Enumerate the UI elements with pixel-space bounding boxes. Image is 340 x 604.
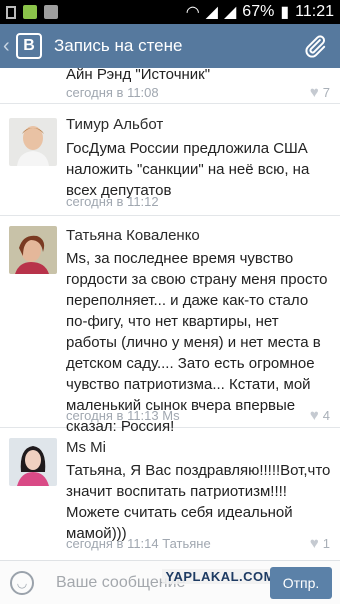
comment-author[interactable]: Тимур Альбот xyxy=(66,116,163,133)
wifi-icon: ◠ xyxy=(185,4,200,21)
comment-item: Айн Рэнд "Источник" сегодня в 11:08 ♥ 7 xyxy=(0,68,340,104)
android-icon xyxy=(23,5,37,19)
comment-author[interactable]: Татьяна Коваленко xyxy=(66,227,200,244)
usb-icon xyxy=(6,5,16,19)
comment-text: ГосДума России предложила США наложить "… xyxy=(66,140,310,199)
notification-icon xyxy=(44,5,58,19)
comment-time[interactable]: сегодня в 11:14 Татьяне xyxy=(66,536,211,551)
page-title: Запись на стене xyxy=(54,36,183,55)
watermark: YAPLAKAL.COM xyxy=(162,569,278,584)
avatar[interactable] xyxy=(9,118,57,166)
comment-time[interactable]: сегодня в 11:08 xyxy=(66,85,159,100)
comment-time[interactable]: сегодня в 11:13 Ms xyxy=(66,408,180,423)
comment-author[interactable]: Ms Mi xyxy=(66,439,106,456)
signal-icon-2: ◢ xyxy=(223,4,237,21)
comments-list[interactable]: Айн Рэнд "Источник" сегодня в 11:08 ♥ 7 … xyxy=(0,68,340,560)
emoji-icon[interactable]: ◡ xyxy=(10,570,34,595)
vk-logo[interactable]: B xyxy=(16,33,42,59)
avatar[interactable] xyxy=(9,438,57,486)
heart-icon: ♥ xyxy=(309,407,319,424)
comment-item: Тимур Альбот ГосДума России предложила С… xyxy=(0,104,340,216)
signal-icon: ◢ xyxy=(205,4,218,21)
avatar[interactable] xyxy=(9,226,57,274)
comment-time[interactable]: сегодня в 11:12 xyxy=(66,194,159,209)
paperclip-icon[interactable] xyxy=(302,33,328,59)
heart-icon: ♥ xyxy=(309,535,319,552)
chevron-left-icon[interactable]: ‹ xyxy=(0,35,14,58)
comment-text: Айн Рэнд "Источник" xyxy=(66,68,211,83)
like-button[interactable]: ♥ 7 xyxy=(310,84,330,101)
like-count: 1 xyxy=(322,536,330,551)
comment-text: Татьяна, Я Вас поздравляю!!!!!Вот,что зн… xyxy=(66,462,331,542)
heart-icon: ♥ xyxy=(309,84,319,101)
like-button[interactable]: ♥ 1 xyxy=(310,535,330,552)
like-count: 4 xyxy=(322,408,330,423)
battery-icon: ▮ xyxy=(280,4,290,21)
comment-item: Татьяна Коваленко Ms, за последнее время… xyxy=(0,216,340,435)
app-bar: ‹ B Запись на стене xyxy=(0,24,340,68)
like-button[interactable]: ♥ 4 xyxy=(310,407,330,424)
comment-composer: ◡ YAPLAKAL.COM Отпр. xyxy=(0,560,340,604)
send-button[interactable]: Отпр. xyxy=(270,567,332,599)
clock: 11:21 xyxy=(295,3,334,20)
like-count: 7 xyxy=(322,85,330,100)
status-bar: ◠ ◢ ◢ 67% ▮ 11:21 xyxy=(0,0,340,24)
battery-percent: 67% xyxy=(242,3,275,20)
comment-item: Ms Mi Татьяна, Я Вас поздравляю!!!!!Вот,… xyxy=(0,428,340,560)
